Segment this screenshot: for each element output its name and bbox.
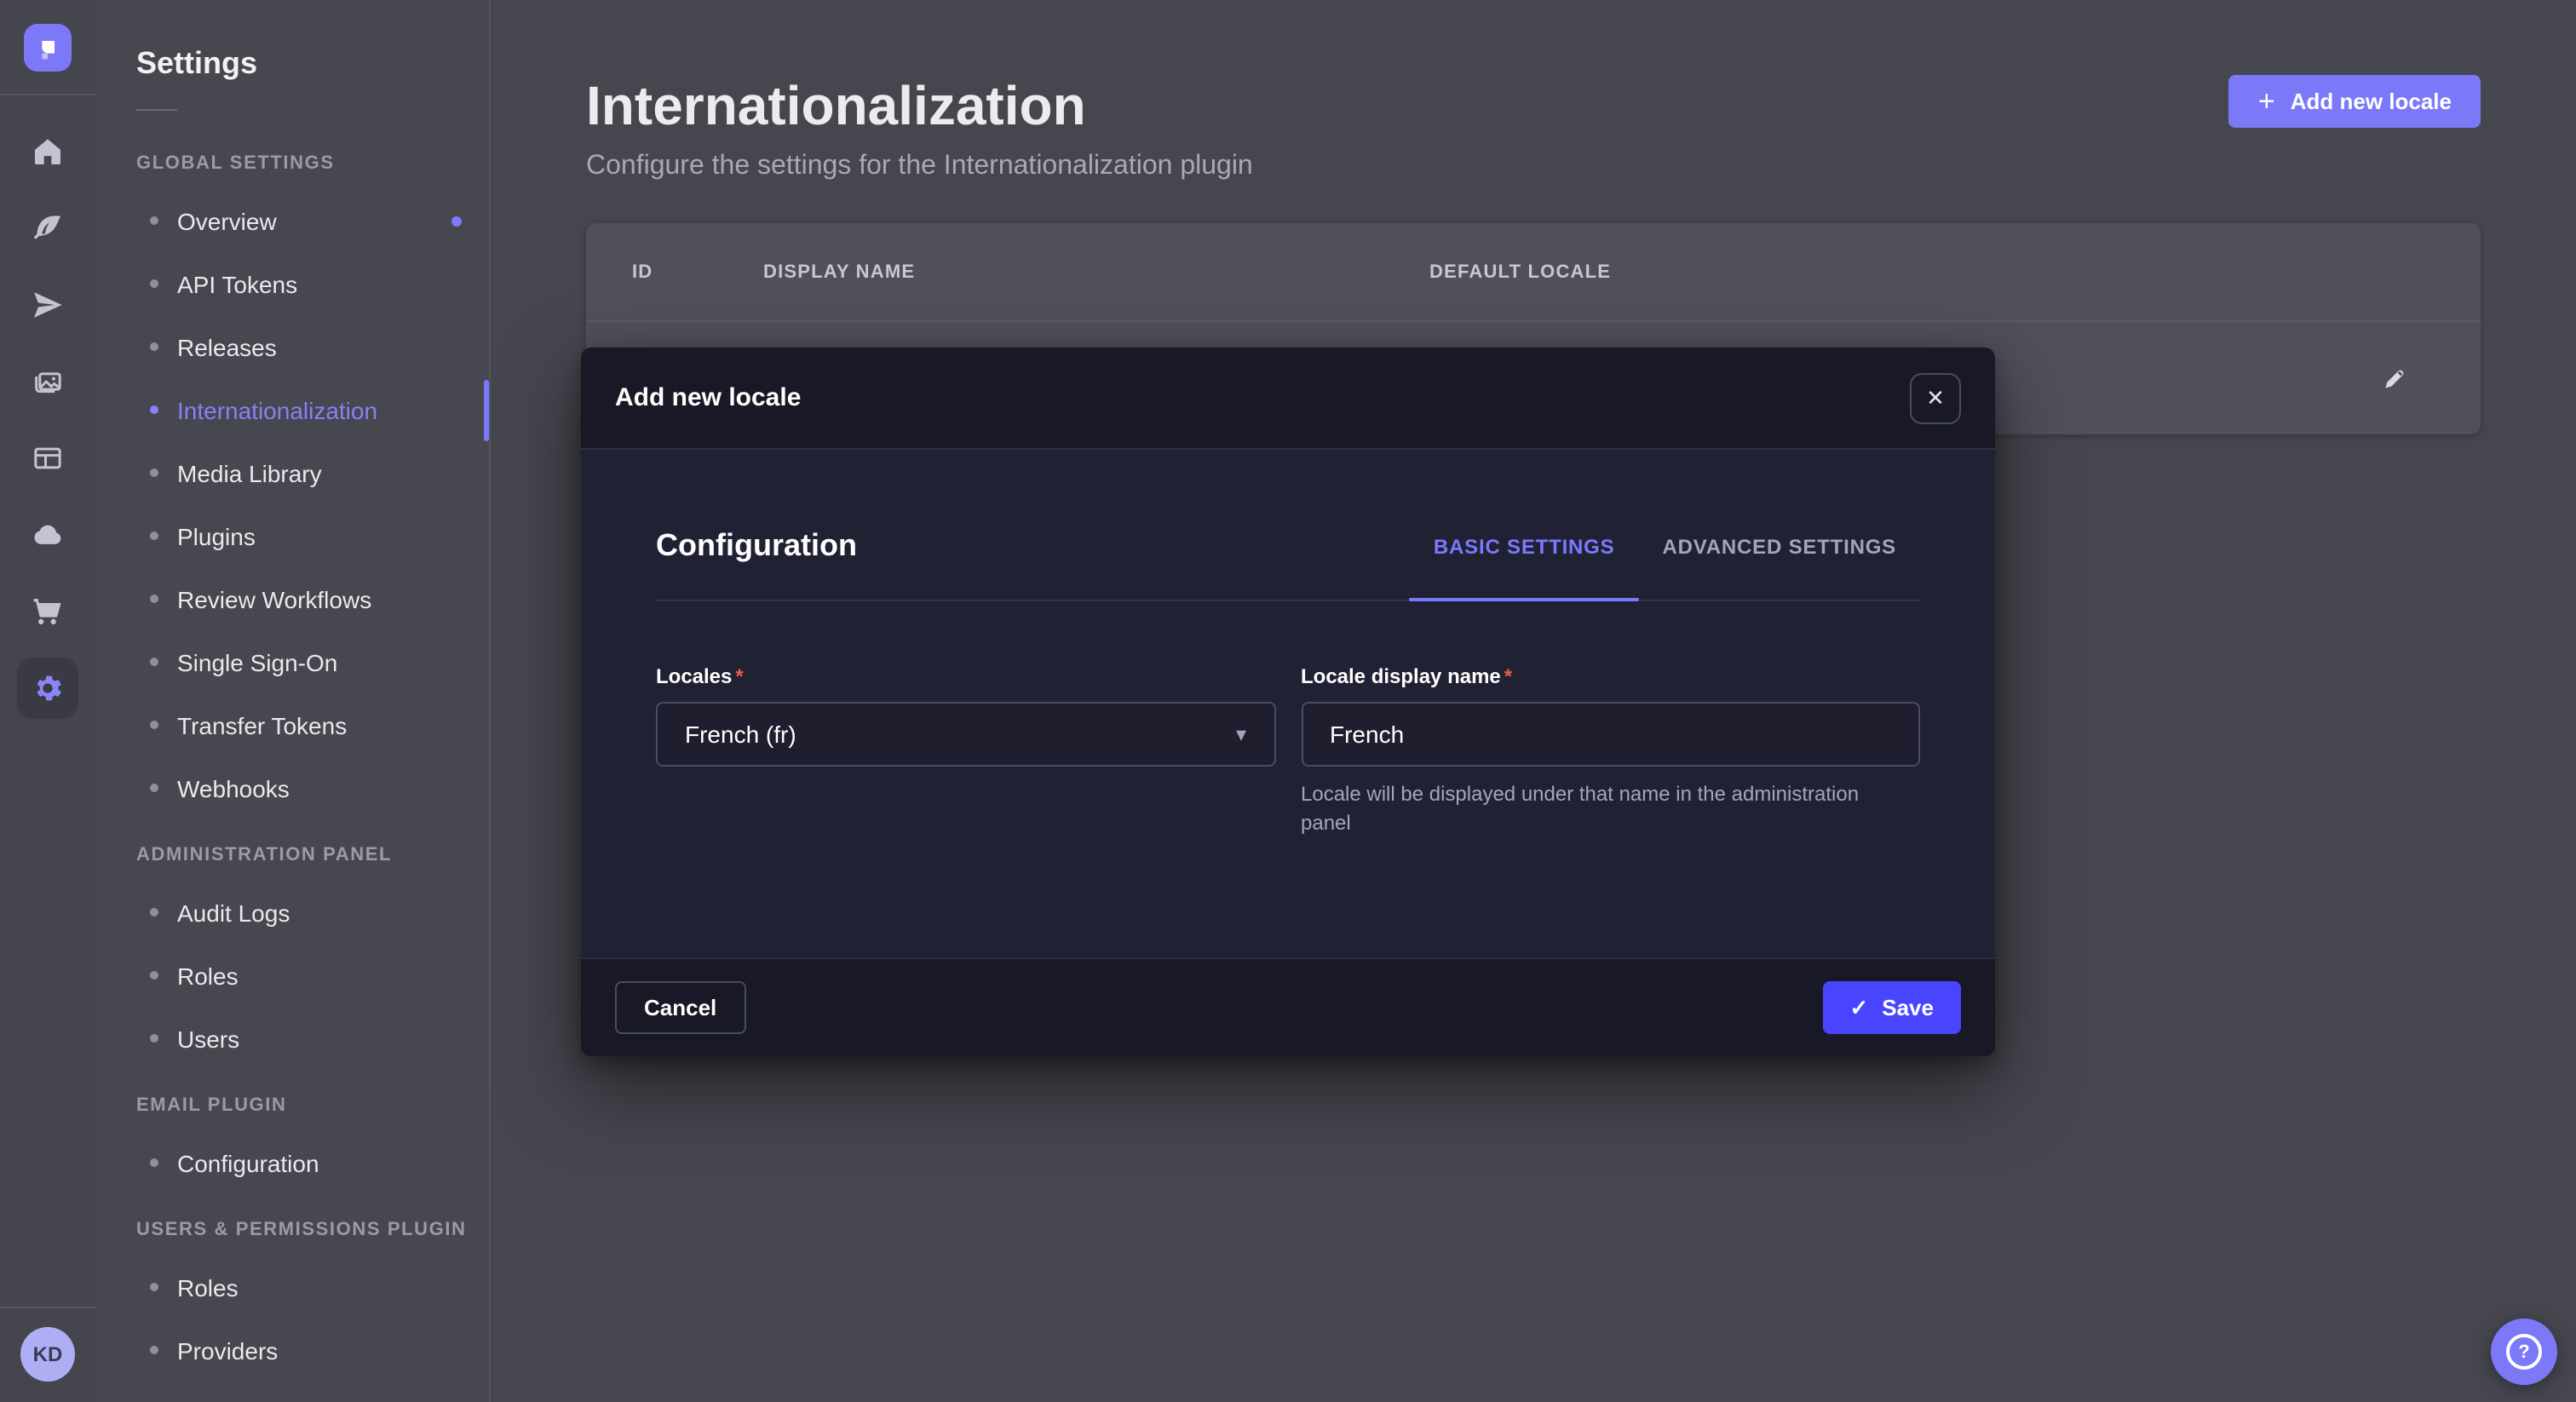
required-asterisk: * (735, 664, 743, 688)
bullet-icon (150, 658, 158, 666)
close-modal-button[interactable]: ✕ (1910, 372, 1961, 423)
sidebar-item-overview[interactable]: Overview (136, 189, 489, 252)
modal-footer: Cancel ✓ Save (581, 957, 1995, 1056)
add-locale-modal: Add new locale ✕ Configuration BASIC SET… (581, 348, 1995, 1056)
bullet-icon (150, 721, 158, 729)
bullet-icon (150, 279, 158, 288)
close-icon: ✕ (1926, 387, 1945, 409)
modal-title: Add new locale (615, 383, 801, 412)
bullet-icon (150, 1346, 158, 1354)
save-button[interactable]: ✓ Save (1822, 981, 1961, 1034)
settings-tabs: BASIC SETTINGS ADVANCED SETTINGS (1410, 528, 1920, 600)
cancel-button[interactable]: Cancel (615, 981, 745, 1034)
add-new-locale-button[interactable]: + Add new locale (2229, 75, 2481, 128)
display-name-label: Locale display name* (1301, 664, 1920, 688)
rail-divider (0, 1307, 95, 1308)
sidebar-item-users[interactable]: Users (136, 1007, 489, 1070)
modal-body: Configuration BASIC SETTINGS ADVANCED SE… (581, 450, 1995, 957)
locales-select[interactable]: French (fr) ▾ (656, 702, 1275, 767)
question-mark-icon: ? (2506, 1334, 2542, 1370)
media-library-icon[interactable] (0, 342, 95, 419)
bullet-icon (150, 784, 158, 792)
cloud-icon[interactable] (0, 496, 95, 572)
sidebar-item-providers[interactable]: Providers (136, 1319, 489, 1382)
sidebar-item-review-workflows[interactable]: Review Workflows (136, 567, 489, 630)
column-header-default-locale: DEFAULT LOCALE (1429, 261, 1611, 282)
sidebar-item-email-configuration[interactable]: Configuration (136, 1131, 489, 1194)
pencil-icon (2380, 364, 2409, 393)
table-header-row: ID DISPLAY NAME DEFAULT LOCALE (586, 223, 2481, 320)
sidebar-item-plugins[interactable]: Plugins (136, 504, 489, 567)
sidebar-item-internationalization[interactable]: Internationalization (136, 378, 489, 441)
bullet-icon (150, 1283, 158, 1291)
content-type-builder-icon[interactable] (0, 189, 95, 266)
section-header-users-permissions-plugin: USERS & PERMISSIONS PLUGIN (136, 1220, 489, 1242)
sidebar-item-api-tokens[interactable]: API Tokens (136, 252, 489, 315)
bullet-icon (150, 531, 158, 540)
page-subtitle: Configure the settings for the Internati… (586, 152, 1253, 182)
edit-locale-button[interactable] (2380, 364, 2409, 393)
sidebar-item-media-library[interactable]: Media Library (136, 441, 489, 504)
check-icon: ✓ (1849, 994, 1868, 1021)
tab-basic-settings[interactable]: BASIC SETTINGS (1410, 528, 1639, 600)
bullet-icon (150, 216, 158, 225)
strapi-logo-icon[interactable] (24, 24, 72, 72)
rail-divider (0, 94, 95, 95)
column-header-id: ID (632, 261, 763, 282)
display-name-hint: Locale will be displayed under that name… (1301, 780, 1907, 838)
sidebar-item-transfer-tokens[interactable]: Transfer Tokens (136, 693, 489, 756)
icon-rail: KD (0, 0, 97, 1402)
bullet-icon (150, 1034, 158, 1043)
sidebar-item-audit-logs[interactable]: Audit Logs (136, 881, 489, 944)
column-header-display-name: DISPLAY NAME (763, 261, 1429, 282)
sidebar-item-releases[interactable]: Releases (136, 315, 489, 378)
page-title: Internationalization (586, 75, 1253, 136)
help-button[interactable]: ? (2491, 1319, 2557, 1385)
bullet-icon (150, 342, 158, 351)
sidebar-title: Settings (136, 44, 489, 82)
sidebar-item-webhooks[interactable]: Webhooks (136, 756, 489, 819)
section-header-administration-panel: ADMINISTRATION PANEL (136, 845, 489, 867)
marketplace-cart-icon[interactable] (0, 572, 95, 649)
home-icon[interactable] (0, 112, 95, 189)
section-header-global-settings: GLOBAL SETTINGS (136, 153, 489, 175)
chevron-down-icon: ▾ (1236, 722, 1246, 746)
sidebar-item-single-sign-on[interactable]: Single Sign-On (136, 630, 489, 693)
notification-dot (451, 215, 462, 226)
display-name-input[interactable] (1301, 702, 1920, 767)
sidebar-item-up-roles[interactable]: Roles (136, 1255, 489, 1319)
user-avatar[interactable]: KD (20, 1327, 75, 1382)
bullet-icon (150, 595, 158, 603)
configuration-section-title: Configuration (656, 528, 857, 600)
deploy-icon[interactable] (0, 266, 95, 342)
bullet-icon (150, 1158, 158, 1167)
bullet-icon (150, 908, 158, 916)
bullet-icon (150, 405, 158, 414)
settings-sidebar: Settings GLOBAL SETTINGS Overview API To… (95, 0, 491, 1402)
tab-advanced-settings[interactable]: ADVANCED SETTINGS (1638, 528, 1920, 600)
locales-select-value: French (fr) (685, 721, 796, 748)
section-header-email-plugin: EMAIL PLUGIN (136, 1095, 489, 1118)
plus-icon: + (2258, 86, 2275, 115)
app-screen: KD Settings GLOBAL SETTINGS Overview API… (0, 0, 2576, 1402)
content-manager-icon[interactable] (0, 419, 95, 496)
settings-gear-icon[interactable] (0, 649, 95, 726)
sidebar-item-admin-roles[interactable]: Roles (136, 944, 489, 1007)
title-divider (136, 109, 177, 111)
bullet-icon (150, 971, 158, 980)
bullet-icon (150, 468, 158, 477)
modal-header: Add new locale ✕ (581, 348, 1995, 450)
locales-label: Locales* (656, 664, 1275, 688)
required-asterisk: * (1504, 664, 1512, 688)
